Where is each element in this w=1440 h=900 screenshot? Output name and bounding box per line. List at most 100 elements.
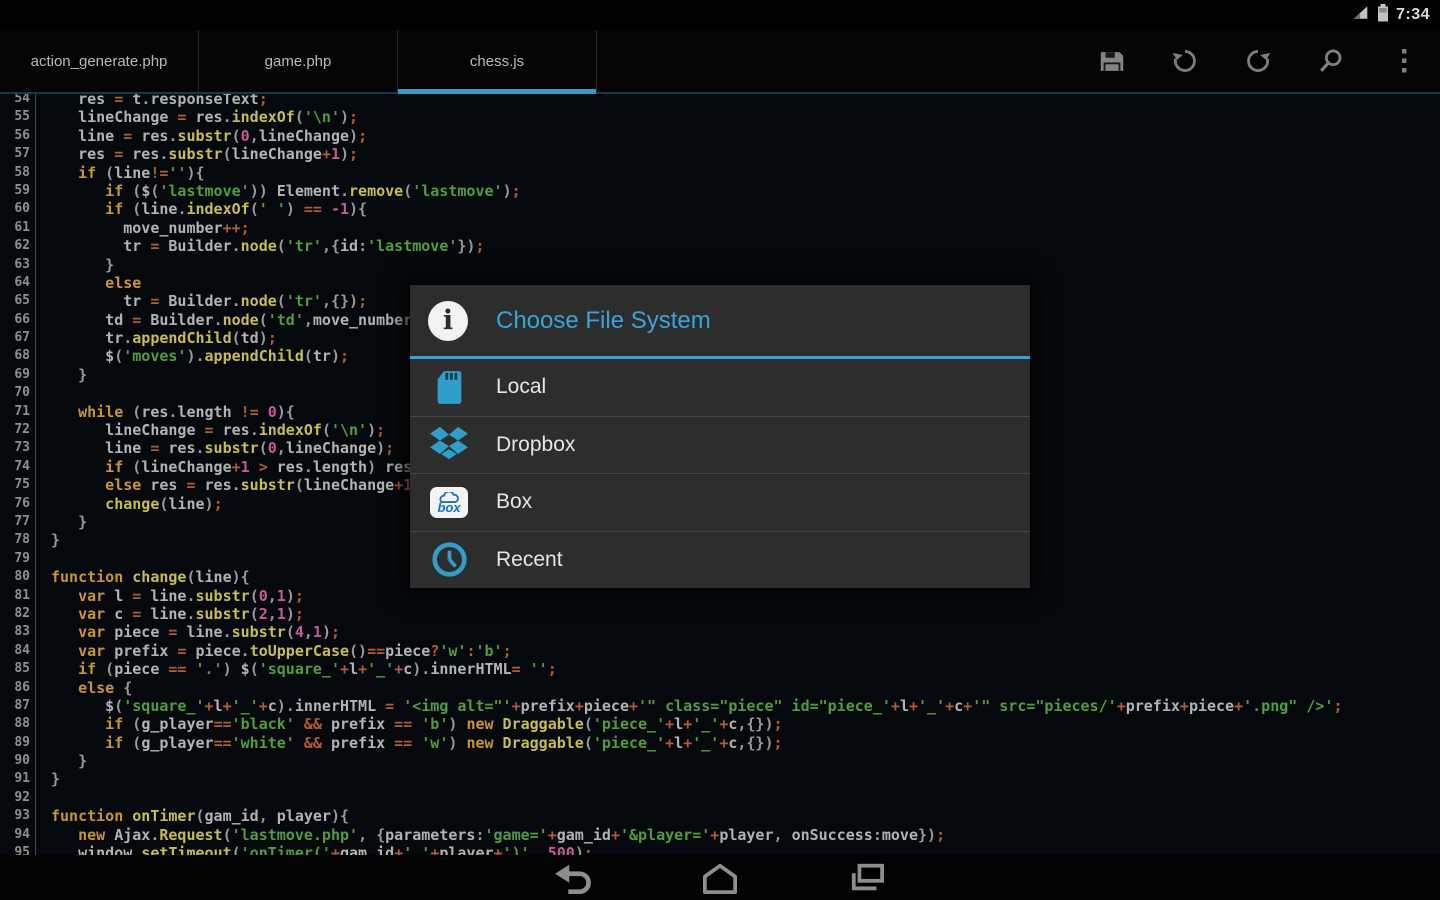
code-line: 63 } <box>0 256 1440 274</box>
code-line: 54 res = t.responseText; <box>0 94 1440 108</box>
undo-icon[interactable] <box>1148 30 1221 92</box>
code-line: 59 if ($('lastmove')) Element.remove('la… <box>0 182 1440 200</box>
code-text: else res = res.substr(lineChange+1); <box>36 476 430 494</box>
choose-file-system-dialog: i Choose File System Local Dropbox <box>410 285 1030 588</box>
line-number: 68 <box>0 347 36 365</box>
home-icon[interactable] <box>689 858 751 898</box>
code-line: 81 var l = line.substr(0,1); <box>0 587 1440 605</box>
code-text: if (line!=''){ <box>36 164 205 182</box>
dialog-item-label: Box <box>496 490 532 514</box>
code-text: lineChange = res.indexOf('\n'); <box>36 421 385 439</box>
tab-chess-js[interactable]: chess.js <box>398 30 597 92</box>
status-bar: 7:34 <box>0 0 1440 30</box>
code-text: if (piece == '.') $('square_'+l+'_'+c).i… <box>36 660 557 678</box>
line-number: 86 <box>0 679 36 697</box>
code-text: function onTimer(gam_id, player){ <box>36 807 349 825</box>
recents-icon[interactable] <box>836 858 898 898</box>
line-number: 54 <box>0 94 36 108</box>
line-number: 94 <box>0 826 36 844</box>
code-text: if ($('lastmove')) Element.remove('lastm… <box>36 182 521 200</box>
line-number: 92 <box>0 789 36 807</box>
code-line: 93function onTimer(gam_id, player){ <box>0 807 1440 825</box>
line-number: 84 <box>0 642 36 660</box>
dialog-item-local[interactable]: Local <box>410 359 1030 416</box>
code-line: 92 <box>0 789 1440 807</box>
line-number: 64 <box>0 274 36 292</box>
dialog-item-label: Local <box>496 375 546 399</box>
dialog-item-dropbox[interactable]: Dropbox <box>410 416 1030 474</box>
line-number: 67 <box>0 329 36 347</box>
line-number: 87 <box>0 697 36 715</box>
code-text: } <box>36 256 114 274</box>
file-tabs: action_generate.php game.php chess.js <box>0 30 597 92</box>
box-icon: box <box>428 487 470 518</box>
tab-label: game.php <box>265 53 332 70</box>
back-icon[interactable] <box>542 858 604 898</box>
line-number: 58 <box>0 164 36 182</box>
code-line: 61 move_number++; <box>0 219 1440 237</box>
code-text: lineChange = res.indexOf('\n'); <box>36 108 358 126</box>
code-text: tr = Builder.node('tr',{id:'lastmove'}); <box>36 237 485 255</box>
code-text: move_number++; <box>36 219 250 237</box>
code-text: window.setTimeout('onTimer('+gam_id+','+… <box>36 844 593 855</box>
code-text: function change(line){ <box>36 568 250 586</box>
code-text: else <box>36 274 141 292</box>
line-number: 75 <box>0 476 36 494</box>
code-line: 88 if (g_player=='black' && prefix == 'b… <box>0 715 1440 733</box>
app-screen: 7:34 action_generate.php game.php chess.… <box>0 0 1440 900</box>
action-bar: action_generate.php game.php chess.js <box>0 30 1440 94</box>
code-text: tr = Builder.node('tr',{}); <box>36 292 367 310</box>
save-icon[interactable] <box>1075 30 1148 92</box>
code-text: tr.appendChild(td); <box>36 329 277 347</box>
code-text: if (line.indexOf(' ') == -1){ <box>36 200 367 218</box>
code-text: } <box>36 513 87 531</box>
line-number: 56 <box>0 127 36 145</box>
tab-label: chess.js <box>470 53 524 70</box>
code-text: res = res.substr(lineChange+1); <box>36 145 358 163</box>
sdcard-icon <box>428 369 470 406</box>
line-number: 71 <box>0 403 36 421</box>
code-line: 91} <box>0 770 1440 788</box>
code-line: 86 else { <box>0 679 1440 697</box>
code-line: 58 if (line!=''){ <box>0 164 1440 182</box>
line-number: 61 <box>0 219 36 237</box>
dialog-item-box[interactable]: box Box <box>410 473 1030 531</box>
code-text: else { <box>36 679 132 697</box>
code-text: $('moves').appendChild(tr); <box>36 347 349 365</box>
code-text: line = res.substr(0,lineChange); <box>36 127 367 145</box>
line-number: 82 <box>0 605 36 623</box>
dialog-title-bar: i Choose File System <box>410 285 1030 356</box>
code-text: td = Builder.node('td',move_number); <box>36 311 430 329</box>
line-number: 76 <box>0 495 36 513</box>
tab-action-generate-php[interactable]: action_generate.php <box>0 30 199 92</box>
redo-icon[interactable] <box>1221 30 1294 92</box>
line-number: 73 <box>0 439 36 457</box>
line-number: 57 <box>0 145 36 163</box>
action-bar-icons <box>1075 30 1440 92</box>
code-text: } <box>36 752 87 770</box>
info-glyph: i <box>443 307 453 334</box>
code-line: 90 } <box>0 752 1440 770</box>
line-number: 62 <box>0 237 36 255</box>
overflow-menu-icon[interactable] <box>1367 30 1440 92</box>
navigation-bar <box>0 855 1440 900</box>
code-line: 89 if (g_player=='white' && prefix == 'w… <box>0 734 1440 752</box>
search-icon[interactable] <box>1294 30 1367 92</box>
tab-label: action_generate.php <box>31 53 168 70</box>
line-number: 59 <box>0 182 36 200</box>
code-line: 62 tr = Builder.node('tr',{id:'lastmove'… <box>0 237 1440 255</box>
code-text: if (g_player=='white' && prefix == 'w') … <box>36 734 783 752</box>
clock-time: 7:34 <box>1396 6 1430 24</box>
dialog-item-label: Recent <box>496 548 563 572</box>
code-text: } <box>36 531 60 549</box>
code-text: if (lineChange+1 > res.length) res = ''; <box>36 458 466 476</box>
line-number: 83 <box>0 623 36 641</box>
line-number: 79 <box>0 550 36 568</box>
tab-game-php[interactable]: game.php <box>199 30 398 92</box>
code-line: 87 $('square_'+l+'_'+c).innerHTML = '<im… <box>0 697 1440 715</box>
dropbox-icon <box>428 426 470 464</box>
code-text: var c = line.substr(2,1); <box>36 605 304 623</box>
code-text: while (res.length != 0){ <box>36 403 295 421</box>
line-number: 60 <box>0 200 36 218</box>
dialog-item-recent[interactable]: Recent <box>410 531 1030 589</box>
